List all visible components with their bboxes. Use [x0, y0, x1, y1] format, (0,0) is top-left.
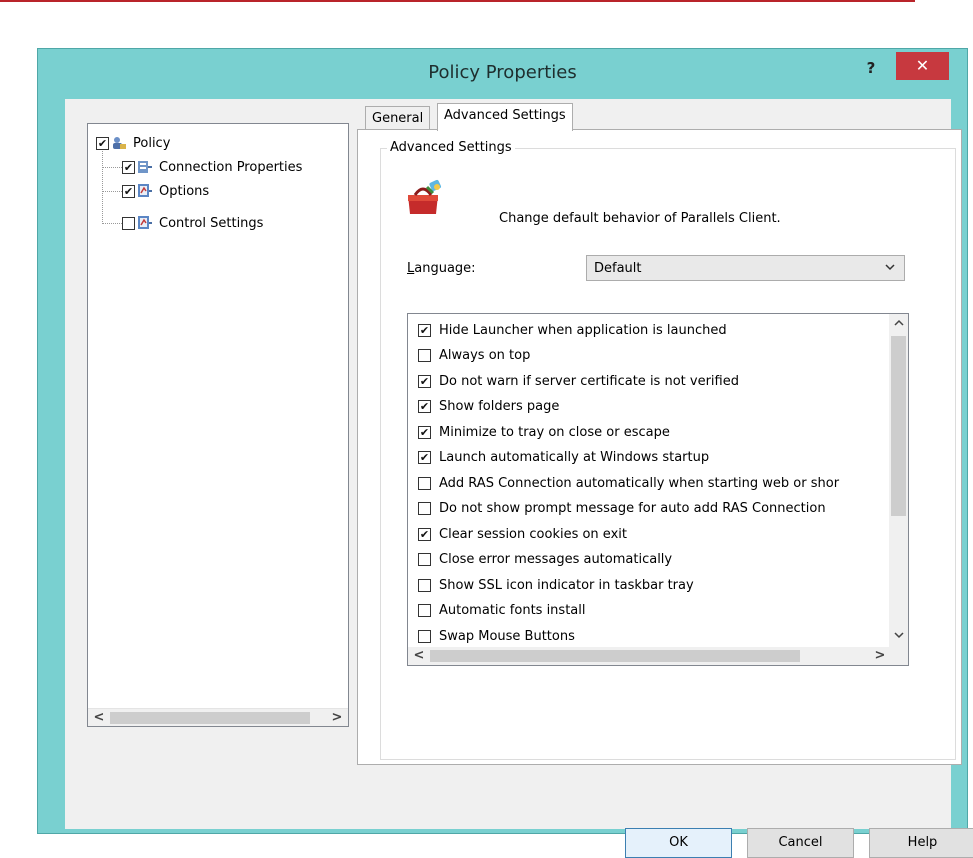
group-title: Advanced Settings [387, 140, 515, 155]
option-item[interactable]: ✔ Show folders page [418, 395, 559, 419]
option-label: Show folders page [439, 399, 560, 414]
options-checklist[interactable]: ✔ Hide Launcher when application is launc… [407, 313, 909, 666]
option-item[interactable]: Add RAS Connection automatically when st… [418, 471, 839, 495]
option-checkbox[interactable]: ✔ [418, 374, 431, 388]
option-checkbox[interactable]: ✔ [418, 425, 431, 439]
option-checkbox[interactable]: ✔ [418, 400, 431, 413]
option-label: Automatic fonts install [439, 603, 586, 618]
connection-properties-icon [137, 159, 153, 175]
policy-tree[interactable]: ✔ Policy ✔ Connection Properties ✔ Optio… [87, 123, 349, 727]
title-bar[interactable]: Policy Properties ? ✕ [38, 49, 967, 99]
scroll-right-icon[interactable]: > [871, 647, 889, 665]
tree-connector [102, 167, 122, 168]
tab-general[interactable]: General [365, 106, 431, 131]
tree-item-control-settings[interactable]: Control Settings [122, 212, 265, 234]
option-label: Do not show prompt message for auto add … [439, 501, 826, 516]
option-label: Close error messages automatically [439, 552, 673, 567]
option-label: Do not warn if server certificate is not… [439, 373, 739, 389]
option-item[interactable]: Do not show prompt message for auto add … [418, 497, 826, 521]
option-item[interactable]: Show SSL icon indicator in taskbar tray [418, 573, 694, 597]
option-checkbox[interactable] [418, 476, 431, 490]
option-checkbox[interactable] [418, 553, 431, 566]
option-label: Launch automatically at Windows startup [439, 450, 710, 465]
tab-advanced-settings[interactable]: Advanced Settings [437, 103, 573, 131]
option-item[interactable]: Always on top [418, 344, 530, 368]
policy-icon [111, 135, 127, 151]
tree-item-options[interactable]: ✔ Options [122, 180, 211, 202]
option-checkbox[interactable] [418, 578, 431, 592]
language-label: Language: [407, 261, 476, 276]
tree-label-control-settings: Control Settings [159, 215, 264, 231]
tree-item-connection-properties[interactable]: ✔ Connection Properties [122, 156, 304, 178]
option-item[interactable]: ✔ Do not warn if server certificate is no… [418, 369, 739, 393]
window-title: Policy Properties [428, 62, 577, 83]
help-button[interactable]: Help [869, 828, 973, 858]
option-label: Add RAS Connection automatically when st… [439, 475, 840, 491]
policy-properties-window: Policy Properties ? ✕ ✔ Policy ✔ Connect… [37, 48, 973, 858]
option-checkbox[interactable] [418, 349, 431, 362]
tree-label-policy: Policy [133, 135, 171, 151]
tree-horizontal-scrollbar[interactable]: < > [88, 708, 348, 726]
option-label: Swap Mouse Buttons [439, 628, 575, 644]
option-checkbox[interactable]: ✔ [418, 527, 431, 541]
tree-label-connection-properties: Connection Properties [159, 159, 303, 175]
option-label: Clear session cookies on exit [439, 526, 627, 542]
option-checkbox[interactable]: ✔ [418, 451, 431, 464]
option-item[interactable]: ✔ Clear session cookies on exit [418, 522, 627, 546]
tree-checkbox-options[interactable]: ✔ [122, 184, 135, 198]
option-item[interactable]: Automatic fonts install [418, 599, 586, 623]
scroll-up-icon[interactable] [889, 316, 908, 334]
toolbox-icon [405, 179, 445, 217]
options-scroll-thumb[interactable] [891, 336, 906, 516]
scroll-left-icon[interactable]: < [410, 647, 428, 665]
cancel-button[interactable]: Cancel [747, 828, 854, 858]
tree-scroll-thumb[interactable] [110, 712, 310, 724]
close-button[interactable]: ✕ [896, 52, 949, 80]
chevron-down-icon [884, 261, 896, 276]
options-vertical-scrollbar[interactable] [889, 314, 908, 648]
option-label: Always on top [439, 348, 531, 363]
scroll-down-icon[interactable] [889, 628, 908, 646]
options-hscroll-thumb[interactable] [430, 650, 800, 662]
ok-button[interactable]: OK [625, 828, 732, 858]
dialog-client-area: ✔ Policy ✔ Connection Properties ✔ Optio… [65, 99, 973, 858]
option-label: Show SSL icon indicator in taskbar tray [439, 577, 694, 593]
tree-checkbox-policy[interactable]: ✔ [96, 136, 109, 150]
option-item[interactable]: Close error messages automatically [418, 548, 672, 572]
tree-label-options: Options [159, 183, 210, 199]
tree-checkbox-control-settings[interactable] [122, 216, 135, 230]
option-item[interactable]: ✔ Launch automatically at Windows startup [418, 446, 709, 470]
options-icon [137, 183, 153, 199]
option-checkbox[interactable]: ✔ [418, 323, 431, 337]
language-select[interactable]: Default [586, 255, 905, 281]
tree-connector [102, 223, 122, 224]
option-label: Minimize to tray on close or escape [439, 424, 670, 440]
option-checkbox[interactable] [418, 604, 431, 617]
tree-connector [102, 191, 122, 192]
tree-checkbox-connection-properties[interactable]: ✔ [122, 160, 135, 174]
option-item[interactable]: Swap Mouse Buttons [418, 624, 575, 648]
advanced-settings-panel: Advanced Settings Change default behavio… [357, 129, 962, 765]
option-checkbox[interactable] [418, 629, 431, 643]
option-checkbox[interactable] [418, 502, 431, 515]
option-item[interactable]: ✔ Minimize to tray on close or escape [418, 420, 670, 444]
control-settings-icon [137, 215, 153, 231]
scrollbar-corner [889, 647, 908, 665]
language-select-value: Default [594, 261, 642, 276]
option-label: Hide Launcher when application is launch… [439, 322, 727, 338]
top-accent-line [0, 0, 915, 2]
option-item[interactable]: ✔ Hide Launcher when application is launc… [418, 318, 727, 342]
description-text: Change default behavior of Parallels Cli… [499, 211, 781, 226]
tree-item-policy[interactable]: ✔ Policy [96, 132, 172, 154]
advanced-settings-group: Advanced Settings Change default behavio… [380, 140, 956, 760]
scroll-left-icon[interactable]: < [90, 709, 108, 727]
tree-connector [102, 148, 103, 224]
scroll-right-icon[interactable]: > [328, 709, 346, 727]
options-horizontal-scrollbar[interactable]: < > [408, 647, 891, 665]
help-titlebar-button[interactable]: ? [856, 55, 886, 81]
